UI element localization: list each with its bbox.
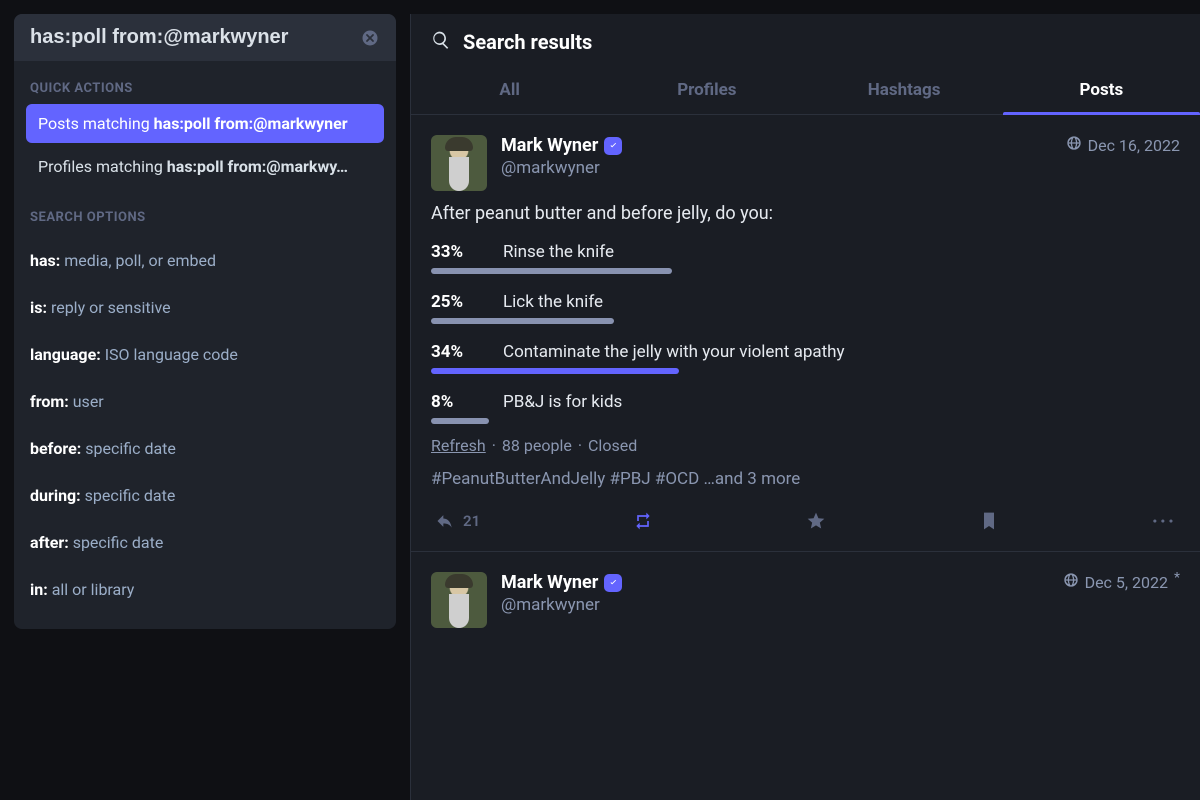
tab-profiles[interactable]: Profiles bbox=[608, 66, 805, 114]
search-options-list: has: media, poll, or embedis: reply or s… bbox=[14, 233, 396, 621]
search-option-item[interactable]: is: reply or sensitive bbox=[30, 284, 380, 331]
post-header: Mark Wyner @markwyner Dec 16, 2022 bbox=[431, 135, 1180, 191]
poll-bar bbox=[431, 268, 672, 274]
poll-option: 8% PB&J is for kids bbox=[431, 392, 1180, 424]
quick-action-item[interactable]: Profiles matching has:poll from:@markwy… bbox=[26, 147, 384, 186]
globe-icon bbox=[1066, 135, 1082, 155]
post-date[interactable]: Dec 5, 2022 bbox=[1085, 573, 1168, 592]
clear-search-icon[interactable] bbox=[360, 28, 380, 48]
edited-marker: * bbox=[1174, 570, 1180, 586]
search-option-item[interactable]: during: specific date bbox=[30, 472, 380, 519]
handle[interactable]: @markwyner bbox=[501, 158, 622, 178]
handle[interactable]: @markwyner bbox=[501, 595, 622, 615]
poll-percent: 34% bbox=[431, 342, 481, 362]
search-option-item[interactable]: before: specific date bbox=[30, 425, 380, 472]
results-feed: Mark Wyner @markwyner Dec 16, 2022 After… bbox=[411, 115, 1200, 800]
poll-option: 34% Contaminate the jelly with your viole… bbox=[431, 342, 1180, 374]
post[interactable]: Mark Wyner @markwyner Dec 16, 2022 After… bbox=[411, 115, 1200, 552]
tab-all[interactable]: All bbox=[411, 66, 608, 114]
poll-label: Contaminate the jelly with your violent … bbox=[503, 342, 845, 362]
search-option-item[interactable]: from: user bbox=[30, 378, 380, 425]
poll-option: 33% Rinse the knife bbox=[431, 242, 1180, 274]
tab-hashtags[interactable]: Hashtags bbox=[806, 66, 1003, 114]
search-row bbox=[14, 14, 396, 61]
search-options-label: SEARCH OPTIONS bbox=[14, 190, 396, 233]
poll-percent: 33% bbox=[431, 242, 481, 262]
poll-percent: 8% bbox=[431, 392, 481, 412]
search-option-item[interactable]: has: media, poll, or embed bbox=[30, 237, 380, 284]
verified-badge-icon bbox=[604, 574, 622, 592]
post-header: Mark Wyner @markwyner Dec 5, 2022 * bbox=[431, 572, 1180, 628]
results-header: Search results bbox=[411, 14, 1200, 66]
favorite-button[interactable] bbox=[806, 511, 826, 531]
quick-action-item[interactable]: Posts matching has:poll from:@markwyner bbox=[26, 104, 384, 143]
post-meta: Dec 16, 2022 bbox=[1066, 135, 1180, 155]
poll-bar bbox=[431, 418, 489, 424]
poll-percent: 25% bbox=[431, 292, 481, 312]
poll-bar bbox=[431, 318, 614, 324]
reply-button[interactable]: 21 bbox=[435, 511, 480, 531]
poll-label: PB&J is for kids bbox=[503, 392, 622, 412]
post-actions: 21 ··· bbox=[431, 503, 1180, 545]
quick-actions-label: QUICK ACTIONS bbox=[14, 61, 396, 104]
poll-option: 25% Lick the knife bbox=[431, 292, 1180, 324]
poll-people: 88 people bbox=[502, 436, 572, 455]
verified-badge-icon bbox=[604, 137, 622, 155]
reply-count: 21 bbox=[463, 512, 480, 530]
search-option-item[interactable]: language: ISO language code bbox=[30, 331, 380, 378]
search-option-item[interactable]: in: all or library bbox=[30, 566, 380, 613]
post-date[interactable]: Dec 16, 2022 bbox=[1088, 136, 1180, 155]
search-sidebar: QUICK ACTIONS Posts matching has:poll fr… bbox=[14, 14, 396, 629]
results-panel: Search results AllProfilesHashtagsPosts … bbox=[410, 14, 1200, 800]
post-body: After peanut butter and before jelly, do… bbox=[431, 203, 1180, 224]
avatar[interactable] bbox=[431, 135, 487, 191]
avatar[interactable] bbox=[431, 572, 487, 628]
poll: 33% Rinse the knife 25% Lick the knife 34% Co… bbox=[431, 242, 1180, 424]
poll-bar bbox=[431, 368, 679, 374]
boost-button[interactable] bbox=[633, 511, 653, 531]
globe-icon bbox=[1063, 572, 1079, 592]
search-option-item[interactable]: after: specific date bbox=[30, 519, 380, 566]
search-icon bbox=[431, 30, 451, 54]
poll-refresh-link[interactable]: Refresh bbox=[431, 436, 486, 455]
search-input[interactable] bbox=[30, 26, 360, 49]
results-title: Search results bbox=[463, 30, 592, 54]
poll-label: Lick the knife bbox=[503, 292, 603, 312]
more-button[interactable]: ··· bbox=[1152, 509, 1176, 533]
tab-posts[interactable]: Posts bbox=[1003, 66, 1200, 114]
post-meta: Dec 5, 2022 * bbox=[1063, 572, 1180, 592]
results-tabs: AllProfilesHashtagsPosts bbox=[411, 66, 1200, 115]
post[interactable]: Mark Wyner @markwyner Dec 5, 2022 * bbox=[411, 552, 1200, 628]
display-name[interactable]: Mark Wyner bbox=[501, 135, 598, 156]
quick-actions-list: Posts matching has:poll from:@markwyner P… bbox=[14, 104, 396, 190]
poll-footer: Refresh · 88 people · Closed bbox=[431, 436, 1180, 455]
poll-status: Closed bbox=[588, 436, 637, 455]
display-name[interactable]: Mark Wyner bbox=[501, 572, 598, 593]
post-hashtags[interactable]: #PeanutButterAndJelly #PBJ #OCD …and 3 m… bbox=[431, 469, 1180, 489]
bookmark-button[interactable] bbox=[979, 511, 999, 531]
poll-label: Rinse the knife bbox=[503, 242, 614, 262]
